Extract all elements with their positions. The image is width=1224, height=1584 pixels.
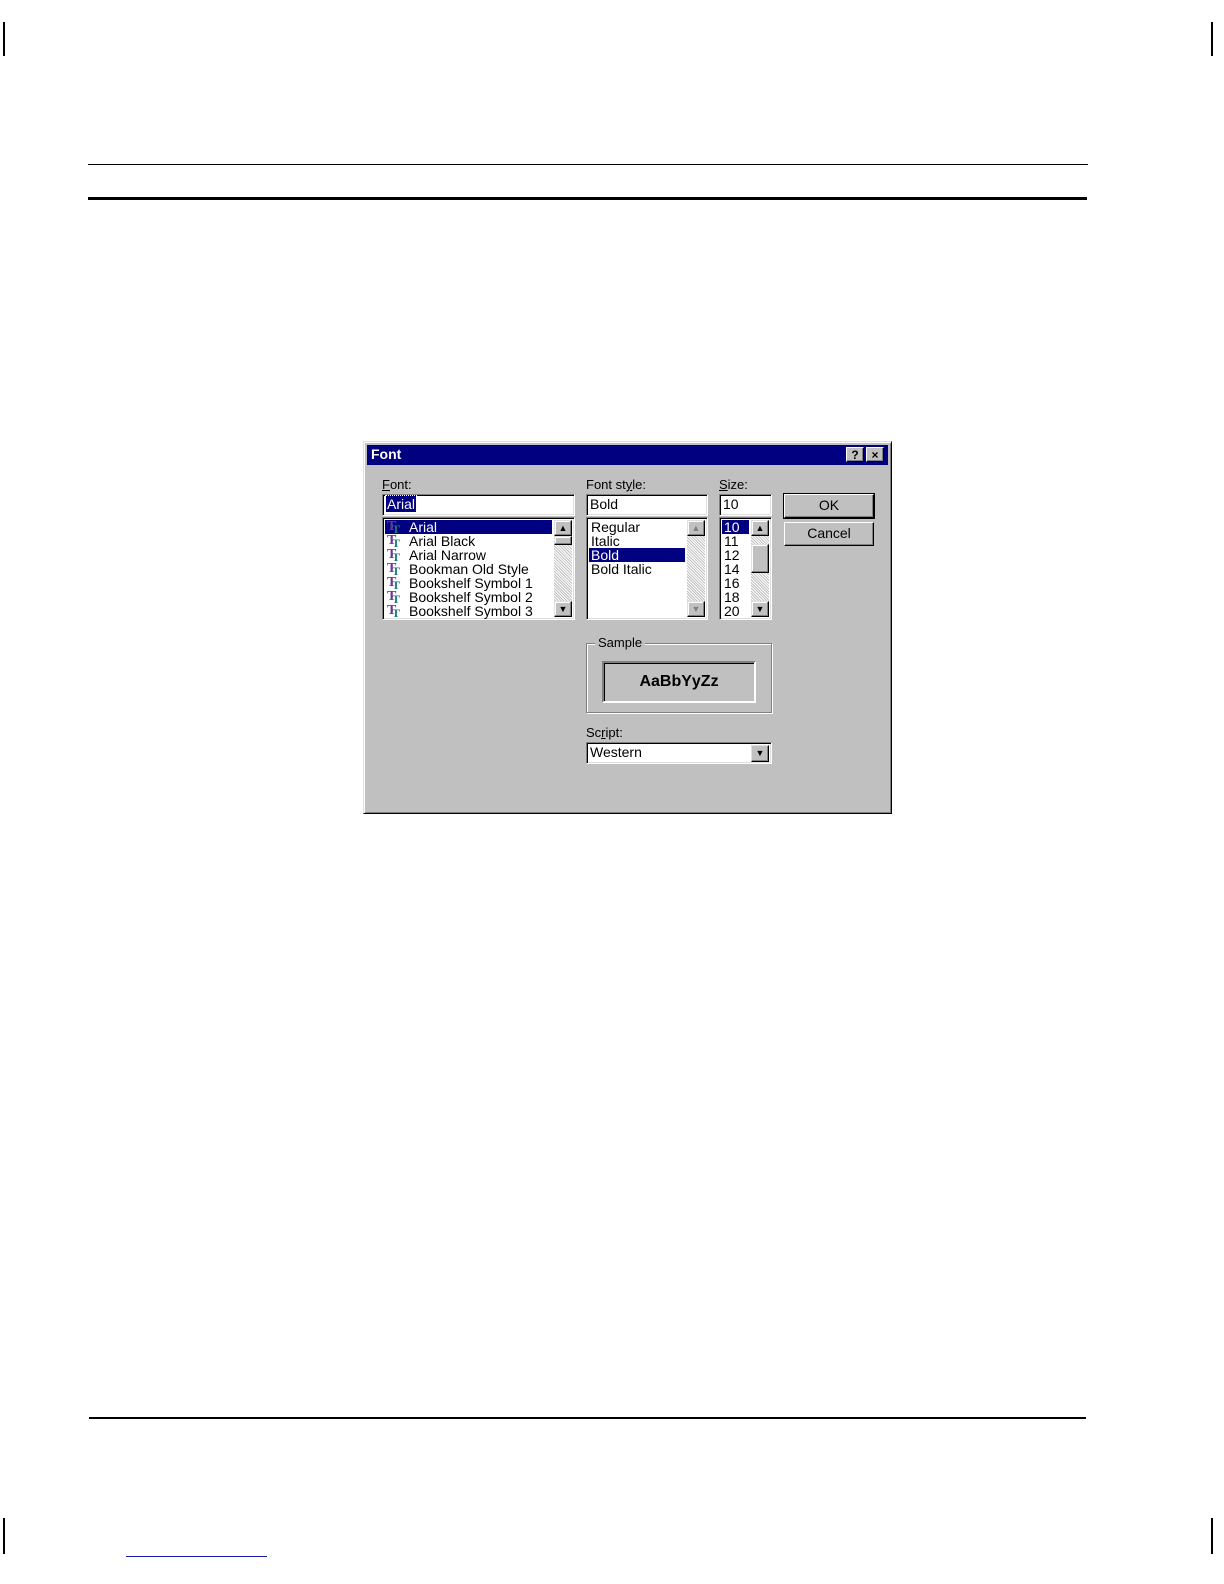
list-item[interactable]: Regular <box>589 520 685 534</box>
scroll-up-icon[interactable]: ▲ <box>687 520 705 536</box>
truetype-font-icon: TT <box>387 519 401 537</box>
list-item[interactable]: 11 <box>722 534 749 548</box>
list-item[interactable]: Italic <box>589 534 685 548</box>
list-item[interactable]: T T Arial <box>385 519 552 537</box>
ok-button[interactable]: OK <box>783 493 875 519</box>
script-select[interactable]: Western ▼ <box>586 742 772 764</box>
sample-preview: AaBbYyZz <box>602 661 756 703</box>
sample-group: Sample AaBbYyZz <box>586 635 772 713</box>
font-label: Font: <box>382 477 412 492</box>
truetype-font-icon: TT <box>387 533 401 551</box>
scroll-down-icon[interactable]: ▼ <box>751 601 769 617</box>
crop-mark-top-left <box>3 22 5 56</box>
help-button[interactable]: ? <box>846 447 864 462</box>
list-item[interactable]: T T Bookshelf Symbol 3 <box>385 603 552 620</box>
list-item[interactable]: T T Arial Narrow <box>385 547 552 565</box>
sample-label: Sample <box>595 635 646 650</box>
font-style-input[interactable]: Bold <box>586 494 708 516</box>
header-rule-thin <box>88 164 1088 165</box>
crop-mark-bottom-left <box>3 1518 5 1554</box>
list-item-label: Bookshelf Symbol 3 <box>409 603 533 619</box>
chevron-down-icon[interactable]: ▼ <box>751 745 769 762</box>
size-value: 10 <box>723 496 739 512</box>
scroll-down-icon[interactable]: ▼ <box>687 601 705 617</box>
font-list-scroll-thumb[interactable] <box>554 536 572 545</box>
size-input[interactable]: 10 <box>719 494 772 516</box>
font-style-list[interactable]: Regular Italic Bold Bold Italic ▲ ▼ <box>586 517 708 620</box>
list-item[interactable]: T T Bookshelf Symbol 1 <box>385 575 552 593</box>
size-list-scroll-thumb[interactable] <box>751 544 769 573</box>
truetype-font-icon: TT <box>387 603 401 620</box>
list-item-label: 20 <box>724 603 740 619</box>
list-item[interactable]: 10 <box>722 520 749 534</box>
scroll-up-icon[interactable]: ▲ <box>554 520 572 536</box>
close-button[interactable]: × <box>866 447 884 462</box>
font-style-label: Font style: <box>586 477 646 492</box>
list-item[interactable]: Bold <box>589 548 685 562</box>
header-rule-thick <box>88 197 1087 200</box>
font-style-list-scrollbar[interactable]: ▲ ▼ <box>687 520 705 617</box>
font-list-scrollbar[interactable]: ▲ ▼ <box>554 520 572 617</box>
list-item[interactable]: Bold Italic <box>589 562 685 576</box>
list-item[interactable]: T T Arial Black <box>385 533 552 551</box>
list-item[interactable]: 14 <box>722 562 749 576</box>
footer-rule <box>89 1417 1086 1419</box>
size-list[interactable]: 10 11 12 14 16 18 20 ▲ ▼ <box>719 517 772 620</box>
dialog-titlebar[interactable]: Font ? × <box>367 445 888 465</box>
dialog-title: Font <box>371 446 402 462</box>
font-name-value: Arial <box>384 495 418 513</box>
font-name-input[interactable]: Arial <box>382 494 575 516</box>
script-label: Script: <box>586 725 623 740</box>
size-label: Size: <box>719 477 748 492</box>
footer-link-underline[interactable] <box>126 1556 267 1557</box>
font-style-value: Bold <box>590 496 619 512</box>
scroll-down-icon[interactable]: ▼ <box>554 601 572 617</box>
list-item[interactable]: 20 <box>722 604 749 618</box>
truetype-font-icon: TT <box>387 561 401 579</box>
truetype-font-icon: TT <box>387 589 401 607</box>
font-dialog: Font ? × Font: Arial T T Arial T T Arial Blac… <box>363 441 892 814</box>
truetype-font-icon: TT <box>387 547 401 565</box>
list-item[interactable]: T T Bookman Old Style <box>385 561 552 579</box>
size-list-scrollbar[interactable]: ▲ ▼ <box>751 520 769 617</box>
list-item[interactable]: T T Bookshelf Symbol 2 <box>385 589 552 607</box>
list-item[interactable]: 16 <box>722 576 749 590</box>
crop-mark-bottom-right <box>1211 1518 1213 1554</box>
script-value: Western <box>590 744 642 760</box>
list-item-label: Bold Italic <box>591 561 652 577</box>
list-item[interactable]: 18 <box>722 590 749 604</box>
crop-mark-top-right <box>1211 22 1213 56</box>
cancel-button[interactable]: Cancel <box>784 522 874 546</box>
font-list[interactable]: T T Arial T T Arial Black T T Arial Narrow T T Book… <box>382 517 575 620</box>
list-item[interactable]: 12 <box>722 548 749 562</box>
scroll-up-icon[interactable]: ▲ <box>751 520 769 536</box>
truetype-font-icon: TT <box>387 575 401 593</box>
